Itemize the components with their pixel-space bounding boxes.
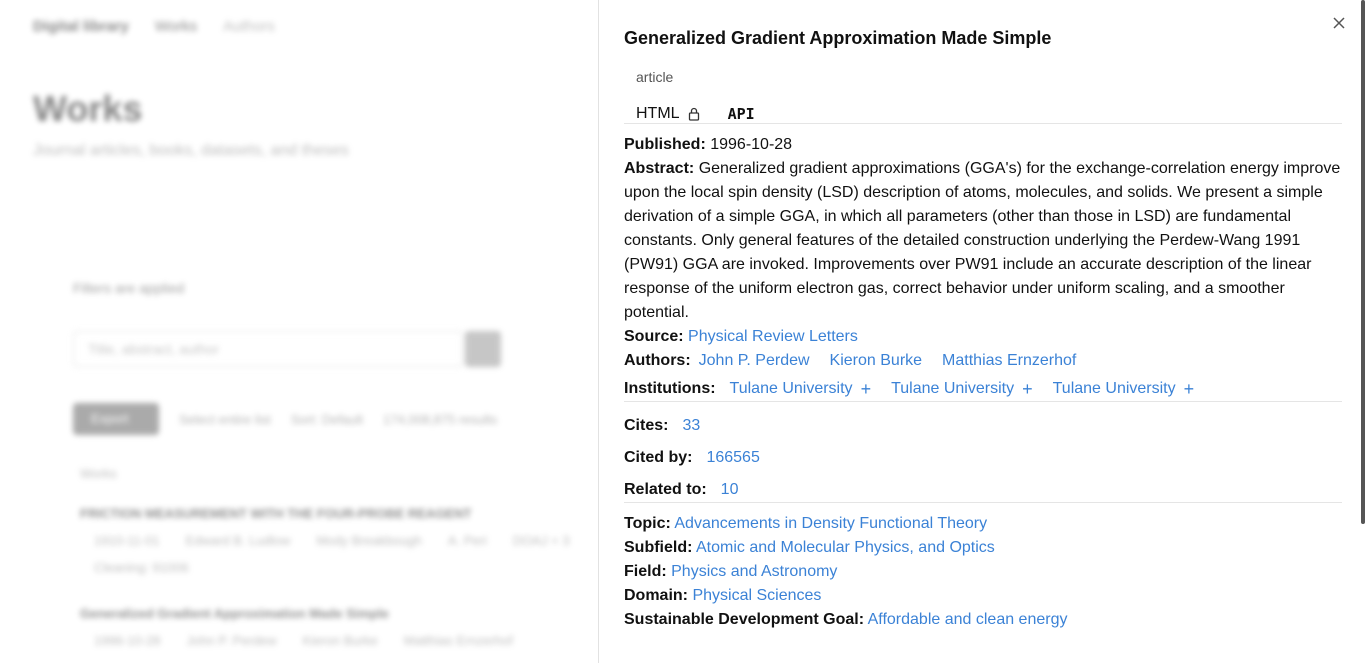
cited-by-link[interactable]: 166565 [706,449,759,466]
plus-icon[interactable]: + [1022,380,1033,398]
table-row[interactable]: Generalized Gradient Approximation Made … [80,606,513,648]
export-button[interactable]: Export [73,403,159,435]
source-link[interactable]: Physical Review Letters [688,328,858,345]
work-type: article [636,69,674,85]
page-subtitle: Journal articles, books, datasets, and t… [33,142,349,159]
cited-by-row: Cited by: 166565 [624,446,1342,470]
plus-icon[interactable]: + [1184,380,1195,398]
row-author[interactable]: A. Peri [448,533,487,548]
subfield-link[interactable]: Atomic and Molecular Physics, and Optics [696,539,995,556]
field-link[interactable]: Physics and Astronomy [671,563,837,580]
work-title: Generalized Gradient Approximation Made … [624,28,1052,48]
search-button[interactable] [465,331,501,367]
format-links: HTML API [636,105,1342,123]
top-nav: Digital library Works Authors [33,18,275,35]
results-count: 174,008,875 results [383,411,498,427]
row-author[interactable]: Matthias Ernzerhof [404,633,513,648]
select-all-checkbox[interactable]: Select entire list [179,412,271,427]
sdg-row: Sustainable Development Goal: Affordable… [624,608,1342,632]
row-author[interactable]: Mody Breakbough [316,533,422,548]
row-author[interactable]: Kieron Burke [303,633,378,648]
row-title[interactable]: Generalized Gradient Approximation Made … [80,606,513,621]
abstract-text: Generalized gradient approximations (GGA… [624,160,1341,321]
row-meta: 1910-11-01 Edward B. Ludlow Mody Breakbo… [80,533,570,548]
source-row: Source: Physical Review Letters [624,325,1342,349]
divider [624,123,1342,124]
close-icon[interactable] [1329,14,1349,34]
related-link[interactable]: 10 [721,481,739,498]
page-title: Works [33,88,143,129]
table-row[interactable]: FRICTION MEASUREMENT WITH THE FOUR-PROBE… [80,506,570,575]
row-date: 1910-11-01 [94,533,160,548]
nav-authors[interactable]: Authors [223,18,275,35]
brand-logo[interactable]: Digital library [33,18,129,35]
institution-item[interactable]: Tulane University + [730,377,872,401]
institution-link[interactable]: Tulane University [1053,377,1176,401]
row-author[interactable]: John P. Perdew [187,633,277,648]
institutions-row: Institutions: Tulane University + Tulane Un… [624,377,1342,401]
search-input[interactable]: Title, abstract, author [73,331,463,367]
row-title[interactable]: FRICTION MEASUREMENT WITH THE FOUR-PROBE… [80,506,570,521]
published-label: Published: [624,136,706,153]
filters-text: Filters are applied [73,280,185,296]
nav-works[interactable]: Works [155,18,197,35]
lock-icon [688,107,700,121]
abstract-label: Abstract: [624,160,695,177]
domain-link[interactable]: Physical Sciences [692,587,821,604]
institution-item[interactable]: Tulane University + [1053,377,1195,401]
institution-link[interactable]: Tulane University [891,377,1014,401]
authors-row: Authors: John P. Perdew Kieron Burke Matthi… [624,349,1342,373]
drawer-scrollbar[interactable] [1361,0,1365,524]
author-link[interactable]: John P. Perdew [699,352,810,369]
author-link[interactable]: Kieron Burke [830,352,923,369]
published-row: Published: 1996-10-28 [624,133,1342,157]
plus-icon[interactable]: + [861,380,872,398]
work-detail-drawer: Generalized Gradient Approximation Made … [598,0,1365,663]
subfield-row: Subfield: Atomic and Molecular Physics, … [624,536,1342,560]
related-row: Related to: 10 [624,478,1342,502]
topic-link[interactable]: Advancements in Density Functional Theor… [674,515,987,532]
sdg-link[interactable]: Affordable and clean energy [868,611,1068,628]
api-link[interactable]: API [728,105,755,123]
row-date: 1996-10-28 [94,633,161,648]
row-extra: Cleaning: 91006 [80,560,570,575]
topic-label: Topic: [624,515,671,532]
divider [624,401,1342,402]
cites-label: Cites: [624,417,669,434]
author-link[interactable]: Matthias Ernzerhof [942,352,1076,369]
field-row: Field: Physics and Astronomy [624,560,1342,584]
domain-label: Domain: [624,587,688,604]
cites-link[interactable]: 33 [682,417,700,434]
sort-dropdown[interactable]: Sort: Default [291,412,363,427]
row-meta: 1996-10-28 John P. Perdew Kieron Burke M… [80,633,513,648]
authors-label: Authors: [624,352,691,369]
subfield-label: Subfield: [624,539,693,556]
divider [624,502,1342,503]
institution-link[interactable]: Tulane University [730,377,853,401]
institution-item[interactable]: Tulane University + [891,377,1033,401]
html-label: HTML [636,105,680,122]
row-source[interactable]: DOAJ + 3 [513,533,570,548]
abstract-row: Abstract: Generalized gradient approxima… [624,157,1342,325]
domain-row: Domain: Physical Sciences [624,584,1342,608]
institutions-label: Institutions: [624,380,716,397]
topic-row: Topic: Advancements in Density Functiona… [624,512,1342,536]
row-extra-text: Cleaning: 91006 [94,560,189,575]
html-link[interactable]: HTML [636,105,700,123]
sdg-label: Sustainable Development Goal: [624,611,865,628]
related-label: Related to: [624,481,707,498]
source-label: Source: [624,328,684,345]
published-date: 1996-10-28 [710,136,793,153]
field-label: Field: [624,563,667,580]
metrics-block: Cites: 33 Cited by: 166565 Related to: 10 [624,414,1342,502]
cited-by-label: Cited by: [624,449,693,466]
cites-row: Cites: 33 [624,414,1342,438]
results-toolbar: Export Select entire list Sort: Default … [73,403,497,435]
row-author[interactable]: Edward B. Ludlow [186,533,291,548]
column-header: Works [80,466,117,481]
